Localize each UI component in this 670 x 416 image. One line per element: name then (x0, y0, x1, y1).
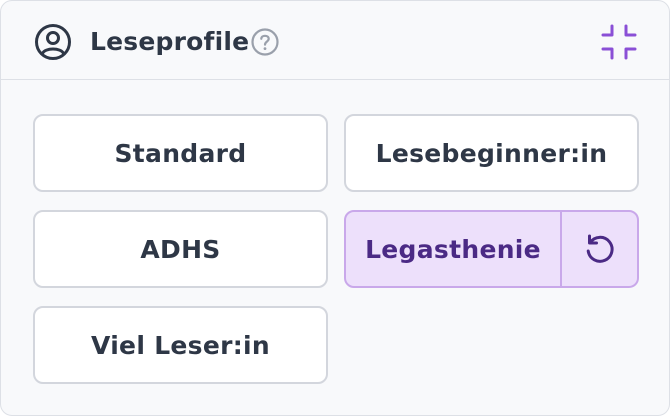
profile-button-legasthenie[interactable]: Legasthenie (346, 212, 562, 286)
profile-button-label: Lesebeginner:in (375, 138, 608, 168)
reset-profile-button[interactable] (562, 212, 637, 286)
profile-button-label: Standard (114, 138, 247, 168)
profile-button-lesebeginner[interactable]: Lesebeginner:in (344, 114, 639, 192)
profile-button-adhs[interactable]: ADHS (33, 210, 328, 288)
profile-button-standard[interactable]: Standard (33, 114, 328, 192)
profile-button-label: Viel Leser:in (90, 330, 271, 360)
reading-profiles-panel: Leseprofile Standard Lesebeginner:in ADH… (0, 0, 670, 416)
panel-title: Leseprofile (90, 27, 250, 56)
user-circle-icon (35, 24, 71, 60)
question-circle-icon[interactable] (250, 27, 280, 57)
profile-button-viel-leser[interactable]: Viel Leser:in (33, 306, 328, 384)
profile-button-label: Legasthenie (365, 234, 541, 264)
panel-header: Leseprofile (1, 1, 669, 80)
reset-icon (586, 234, 614, 263)
collapse-arrows-icon[interactable] (600, 23, 638, 61)
profile-button-label: ADHS (140, 234, 221, 264)
profile-button-legasthenie-active: Legasthenie (344, 210, 639, 288)
